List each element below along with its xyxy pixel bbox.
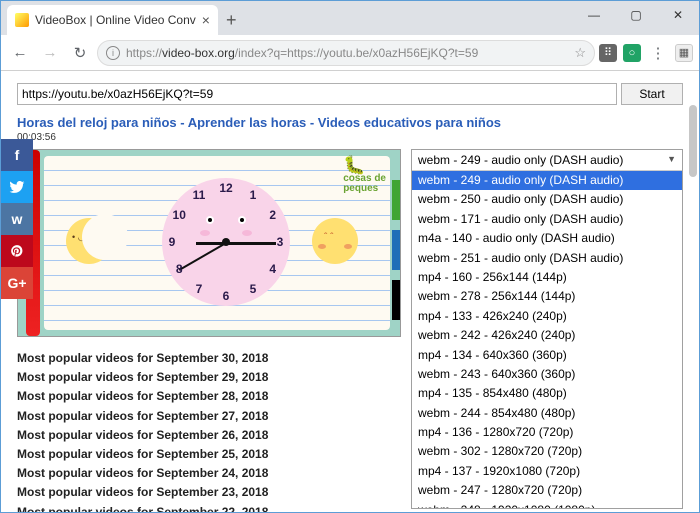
url-text: https://video-box.org/index?q=https://yo… (126, 46, 568, 60)
start-button[interactable]: Start (621, 83, 683, 105)
format-option[interactable]: webm - 242 - 426x240 (240p) (412, 326, 682, 345)
format-option[interactable]: webm - 247 - 1280x720 (720p) (412, 481, 682, 500)
new-tab-button[interactable]: + (218, 10, 245, 35)
clock-number: 10 (173, 208, 186, 222)
url-bar[interactable]: i https://video-box.org/index?q=https://… (97, 40, 595, 66)
clock-number: 2 (269, 208, 276, 222)
popular-video-link[interactable]: Most popular videos for September 27, 20… (17, 407, 401, 426)
format-option[interactable]: webm - 244 - 854x480 (480p) (412, 404, 682, 423)
minimize-button[interactable]: — (573, 1, 615, 29)
popular-video-link[interactable]: Most popular videos for September 26, 20… (17, 426, 401, 445)
popular-video-link[interactable]: Most popular videos for September 24, 20… (17, 464, 401, 483)
format-option[interactable]: mp4 - 135 - 854x480 (480p) (412, 384, 682, 403)
tab-title: VideoBox | Online Video Conv (35, 13, 196, 27)
format-option[interactable]: webm - 243 - 640x360 (360p) (412, 365, 682, 384)
popular-videos-list: Most popular videos for September 30, 20… (17, 349, 401, 512)
share-twitter-button[interactable] (1, 171, 33, 203)
vpn-ext-icon[interactable]: ○ (623, 44, 641, 62)
format-option[interactable]: m4a - 140 - audio only (DASH audio) (412, 229, 682, 248)
browser-titlebar: VideoBox | Online Video Conv × + — ▢ ✕ (1, 1, 699, 35)
format-options-list: webm - 249 - audio only (DASH audio)webm… (412, 171, 682, 509)
clock-number: 3 (277, 235, 284, 249)
video-thumbnail[interactable]: 🐛 cosas depeques • ◡ ˆ ˆ 121234567891011 (17, 149, 401, 337)
browser-tab[interactable]: VideoBox | Online Video Conv × (7, 5, 218, 35)
site-info-icon[interactable]: i (106, 46, 120, 60)
moon-icon: • ◡ (66, 218, 112, 264)
clock-number: 1 (250, 188, 257, 202)
popular-video-link[interactable]: Most popular videos for September 28, 20… (17, 387, 401, 406)
browser-toolbar: ← → ↻ i https://video-box.org/index?q=ht… (1, 35, 699, 71)
clock-illustration: 121234567891011 (162, 178, 290, 306)
calendar-ext-icon[interactable]: ▦ (675, 44, 693, 62)
format-option[interactable]: mp4 - 134 - 640x360 (360p) (412, 346, 682, 365)
format-option[interactable]: webm - 278 - 256x144 (144p) (412, 287, 682, 306)
format-option[interactable]: webm - 251 - audio only (DASH audio) (412, 249, 682, 268)
tab-favicon (15, 13, 29, 27)
clock-number: 5 (250, 282, 257, 296)
reload-button[interactable]: ↻ (67, 40, 93, 66)
video-duration: 00:03:56 (17, 132, 683, 143)
format-option[interactable]: webm - 171 - audio only (DASH audio) (412, 210, 682, 229)
thumb-brand-logo: 🐛 cosas depeques (343, 156, 386, 194)
popular-video-link[interactable]: Most popular videos for September 22, 20… (17, 503, 401, 513)
popular-video-link[interactable]: Most popular videos for September 23, 20… (17, 483, 401, 502)
format-option[interactable]: mp4 - 133 - 426x240 (240p) (412, 307, 682, 326)
format-option[interactable]: webm - 248 - 1920x1080 (1080p) (412, 501, 682, 509)
clock-number: 12 (219, 181, 232, 195)
close-tab-icon[interactable]: × (202, 12, 210, 28)
social-share-sidebar: f w G+ (1, 139, 33, 299)
format-option[interactable]: mp4 - 136 - 1280x720 (720p) (412, 423, 682, 442)
back-button[interactable]: ← (7, 40, 33, 66)
video-title[interactable]: Horas del reloj para niños - Aprender la… (17, 115, 683, 130)
clock-number: 8 (176, 262, 183, 276)
sun-icon: ˆ ˆ (312, 218, 358, 264)
clock-number: 4 (269, 262, 276, 276)
format-option[interactable]: mp4 - 160 - 256x144 (144p) (412, 268, 682, 287)
video-url-row: Start (17, 83, 683, 105)
forward-button[interactable]: → (37, 40, 63, 66)
share-vk-button[interactable]: w (1, 203, 33, 235)
format-option[interactable]: webm - 249 - audio only (DASH audio) (412, 171, 682, 190)
extra-ext: ▦ (675, 44, 693, 62)
format-option[interactable]: webm - 250 - audio only (DASH audio) (412, 190, 682, 209)
extension-icons: ⠿ ○ (599, 44, 641, 62)
share-googleplus-button[interactable]: G+ (1, 267, 33, 299)
clock-number: 9 (169, 235, 176, 249)
maximize-button[interactable]: ▢ (615, 1, 657, 29)
popular-video-link[interactable]: Most popular videos for September 30, 20… (17, 349, 401, 368)
format-select[interactable]: webm - 249 - audio only (DASH audio) web… (411, 149, 683, 509)
menu-button[interactable]: ⋮ (645, 40, 671, 66)
format-option[interactable]: webm - 302 - 1280x720 (720p) (412, 442, 682, 461)
share-facebook-button[interactable]: f (1, 139, 33, 171)
popular-video-link[interactable]: Most popular videos for September 29, 20… (17, 368, 401, 387)
popular-video-link[interactable]: Most popular videos for September 25, 20… (17, 445, 401, 464)
share-pinterest-button[interactable] (1, 235, 33, 267)
translate-ext-icon[interactable]: ⠿ (599, 44, 617, 62)
close-window-button[interactable]: ✕ (657, 1, 699, 29)
format-select-current[interactable]: webm - 249 - audio only (DASH audio) (412, 150, 682, 171)
bookmark-star-icon[interactable]: ☆ (574, 45, 586, 61)
clock-number: 7 (196, 282, 203, 296)
video-url-input[interactable] (17, 83, 617, 105)
page-content: Start Horas del reloj para niños - Apren… (1, 71, 699, 512)
clock-number: 6 (223, 289, 230, 303)
window-controls: — ▢ ✕ (573, 1, 699, 29)
format-option[interactable]: mp4 - 137 - 1920x1080 (720p) (412, 462, 682, 481)
clock-number: 11 (193, 188, 206, 202)
